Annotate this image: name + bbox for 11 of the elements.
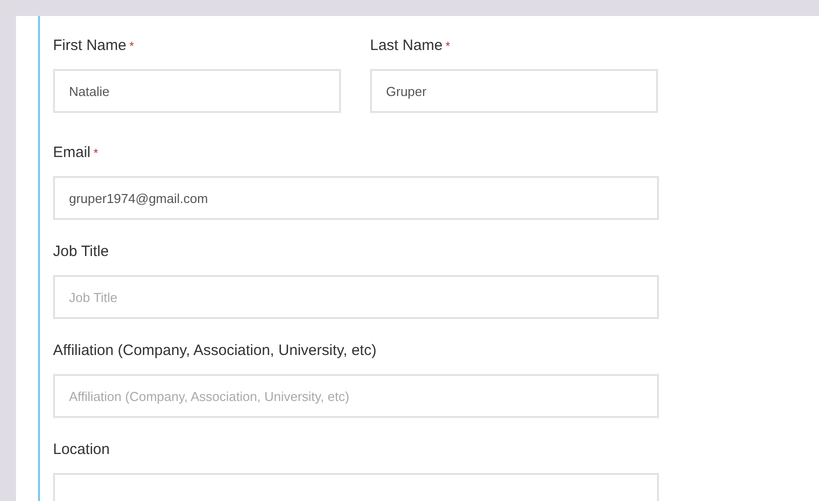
field-label: Location (53, 440, 110, 460)
field-label: First Name * (53, 36, 134, 56)
input-field[interactable]: Gruper (370, 69, 658, 113)
field-label: Job Title (53, 242, 109, 262)
field-label: Email * (53, 143, 98, 163)
input-field[interactable]: Affiliation (Company, Association, University, etc) (53, 374, 659, 418)
field-label: Last Name * (370, 36, 450, 56)
input-field[interactable]: Job Title (53, 275, 659, 319)
field-label: Affiliation (Company, Association, University, etc) (53, 341, 376, 361)
input-field[interactable]: Natalie (53, 69, 341, 113)
input-field[interactable]: gruper1974@gmail.com (53, 176, 659, 220)
